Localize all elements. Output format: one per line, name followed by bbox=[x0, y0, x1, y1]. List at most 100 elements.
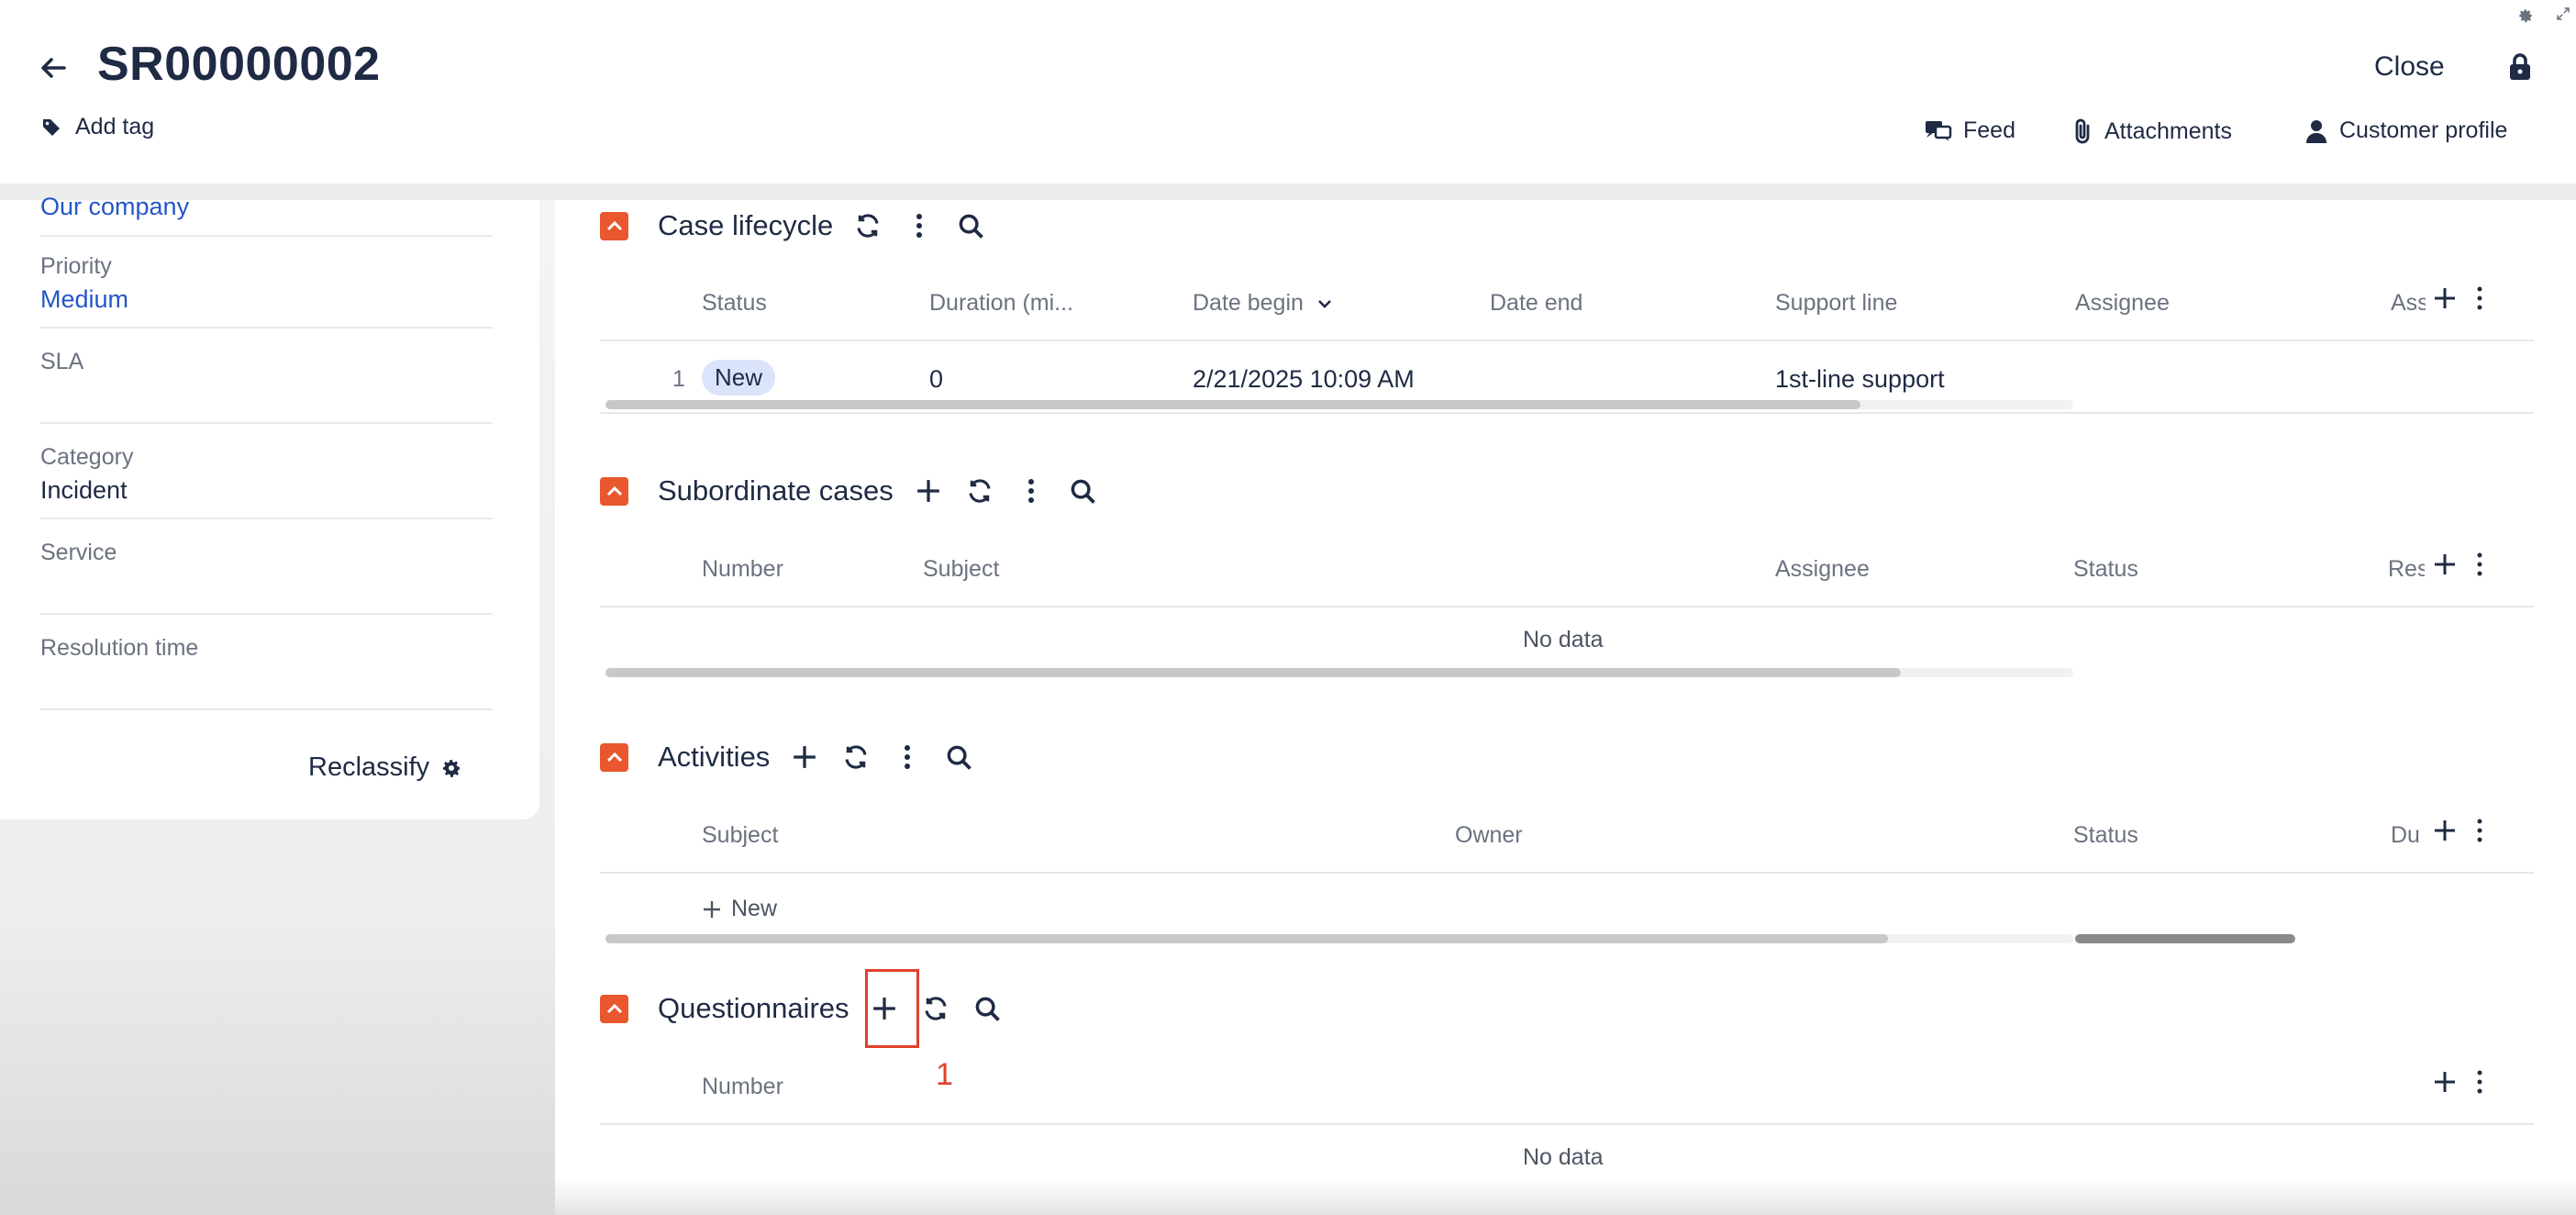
lock-icon[interactable] bbox=[2506, 52, 2534, 82]
collapse-chevron-icon[interactable] bbox=[600, 211, 628, 240]
column-date-begin[interactable]: Date begin bbox=[1193, 290, 1332, 317]
search-icon[interactable] bbox=[969, 990, 1005, 1027]
add-icon[interactable] bbox=[786, 739, 823, 775]
horizontal-scrollbar[interactable] bbox=[605, 400, 2073, 409]
column-status[interactable]: Status bbox=[2073, 556, 2138, 583]
scrollbar-thumb[interactable] bbox=[605, 934, 1888, 943]
refresh-icon[interactable] bbox=[917, 990, 954, 1027]
divider bbox=[600, 412, 2534, 414]
activities-title: Activities bbox=[658, 741, 771, 773]
add-column-icon[interactable] bbox=[2433, 819, 2457, 842]
annotation-step-number: 1 bbox=[936, 1057, 953, 1092]
more-vertical-icon[interactable] bbox=[901, 207, 938, 244]
add-column-icon[interactable] bbox=[2433, 1070, 2457, 1094]
add-tag-button[interactable]: Add tag bbox=[40, 114, 154, 140]
sla-value[interactable] bbox=[40, 381, 493, 412]
attachments-button[interactable]: Attachments bbox=[2073, 117, 2232, 145]
company-value[interactable]: Our company bbox=[40, 193, 493, 224]
customer-profile-label: Customer profile bbox=[2339, 117, 2508, 143]
search-icon[interactable] bbox=[952, 207, 989, 244]
search-icon[interactable] bbox=[940, 739, 977, 775]
sort-down-icon[interactable] bbox=[1317, 298, 1332, 309]
person-icon bbox=[2304, 118, 2328, 144]
priority-field[interactable]: Priority Medium bbox=[40, 253, 493, 329]
support-line-cell[interactable]: 1st-line support bbox=[1775, 365, 1945, 394]
collapse-chevron-icon[interactable] bbox=[600, 476, 628, 506]
attachments-label: Attachments bbox=[2104, 117, 2232, 144]
column-duration[interactable]: Duration (mi... bbox=[929, 290, 1073, 317]
priority-value[interactable]: Medium bbox=[40, 285, 493, 317]
reclassify-label: Reclassify bbox=[308, 752, 430, 782]
duration-cell[interactable]: 0 bbox=[929, 365, 943, 394]
scrollbar-thumb[interactable] bbox=[605, 668, 1901, 677]
more-vertical-icon[interactable] bbox=[2477, 1070, 2482, 1094]
add-column-icon[interactable] bbox=[2433, 552, 2457, 576]
category-field[interactable]: Category Incident bbox=[40, 444, 493, 519]
category-value[interactable]: Incident bbox=[40, 476, 493, 507]
sla-label: SLA bbox=[40, 349, 84, 374]
divider bbox=[600, 872, 2534, 874]
empty-state: No data bbox=[1523, 627, 1604, 652]
reclassify-button[interactable]: Reclassify bbox=[308, 752, 462, 783]
refresh-icon[interactable] bbox=[849, 207, 886, 244]
column-subject[interactable]: Subject bbox=[923, 556, 999, 583]
scrollbar-thumb[interactable] bbox=[605, 400, 1860, 409]
more-vertical-icon[interactable] bbox=[2477, 819, 2482, 842]
resolution-time-value[interactable] bbox=[40, 667, 493, 698]
feed-button[interactable]: Feed bbox=[1925, 117, 2015, 144]
date-begin-cell[interactable]: 2/21/2025 10:09 AM bbox=[1193, 365, 1415, 394]
case-lifecycle-header: Case lifecycle bbox=[600, 207, 1004, 244]
back-arrow-icon[interactable] bbox=[37, 51, 70, 84]
more-vertical-icon[interactable] bbox=[889, 739, 926, 775]
column-assignee[interactable]: Assignee bbox=[1775, 556, 1870, 583]
company-field[interactable]: Our company bbox=[40, 193, 493, 237]
column-support-line[interactable]: Support line bbox=[1775, 290, 1897, 317]
customer-profile-button[interactable]: Customer profile bbox=[2304, 117, 2507, 144]
case-lifecycle-title: Case lifecycle bbox=[658, 209, 834, 241]
empty-state: No data bbox=[1523, 1144, 1604, 1170]
column-truncated[interactable]: Du bbox=[2391, 822, 2424, 849]
more-vertical-icon[interactable] bbox=[2477, 286, 2482, 310]
column-subject[interactable]: Subject bbox=[702, 822, 778, 849]
column-owner[interactable]: Owner bbox=[1455, 822, 1523, 849]
more-vertical-icon[interactable] bbox=[1013, 473, 1049, 509]
gear-icon[interactable] bbox=[2517, 7, 2534, 24]
collapse-chevron-icon[interactable] bbox=[600, 994, 628, 1023]
row-number: 1 bbox=[672, 366, 685, 392]
new-activity-button[interactable]: New bbox=[702, 896, 777, 922]
refresh-icon[interactable] bbox=[961, 473, 998, 509]
status-badge[interactable]: New bbox=[702, 360, 776, 396]
horizontal-scrollbar[interactable] bbox=[605, 668, 2073, 677]
column-tools bbox=[2433, 819, 2482, 842]
service-value[interactable] bbox=[40, 572, 493, 603]
add-icon[interactable] bbox=[910, 473, 947, 509]
add-tag-label: Add tag bbox=[75, 114, 155, 139]
sla-field[interactable]: SLA bbox=[40, 349, 493, 424]
column-truncated[interactable]: Res bbox=[2388, 556, 2425, 583]
column-number[interactable]: Number bbox=[702, 556, 783, 583]
case-details-panel: Our company Priority Medium SLA Category… bbox=[0, 193, 539, 819]
resolution-time-label: Resolution time bbox=[40, 635, 199, 661]
resolution-time-field[interactable]: Resolution time bbox=[40, 635, 493, 710]
search-icon[interactable] bbox=[1064, 473, 1101, 509]
divider bbox=[600, 1123, 2534, 1125]
gear-icon bbox=[440, 757, 462, 779]
column-number[interactable]: Number bbox=[702, 1074, 783, 1100]
column-date-begin-label: Date begin bbox=[1193, 290, 1304, 316]
add-column-icon[interactable] bbox=[2433, 286, 2457, 310]
column-status[interactable]: Status bbox=[702, 290, 767, 317]
page-header: SR00000002 Add tag Close Feed Attachment… bbox=[0, 0, 2576, 184]
column-status[interactable]: Status bbox=[2073, 822, 2138, 849]
horizontal-scrollbar[interactable] bbox=[605, 934, 2073, 943]
close-button[interactable]: Close bbox=[2374, 51, 2445, 83]
refresh-icon[interactable] bbox=[838, 739, 874, 775]
vertical-scroll-indicator[interactable] bbox=[2075, 934, 2295, 943]
category-label: Category bbox=[40, 444, 134, 470]
collapse-chevron-icon[interactable] bbox=[600, 742, 628, 772]
column-truncated[interactable]: Ass bbox=[2391, 290, 2426, 317]
service-field[interactable]: Service bbox=[40, 540, 493, 615]
more-vertical-icon[interactable] bbox=[2477, 552, 2482, 576]
expand-icon[interactable] bbox=[2555, 6, 2571, 22]
column-date-end[interactable]: Date end bbox=[1490, 290, 1582, 317]
column-assignee[interactable]: Assignee bbox=[2075, 290, 2170, 317]
